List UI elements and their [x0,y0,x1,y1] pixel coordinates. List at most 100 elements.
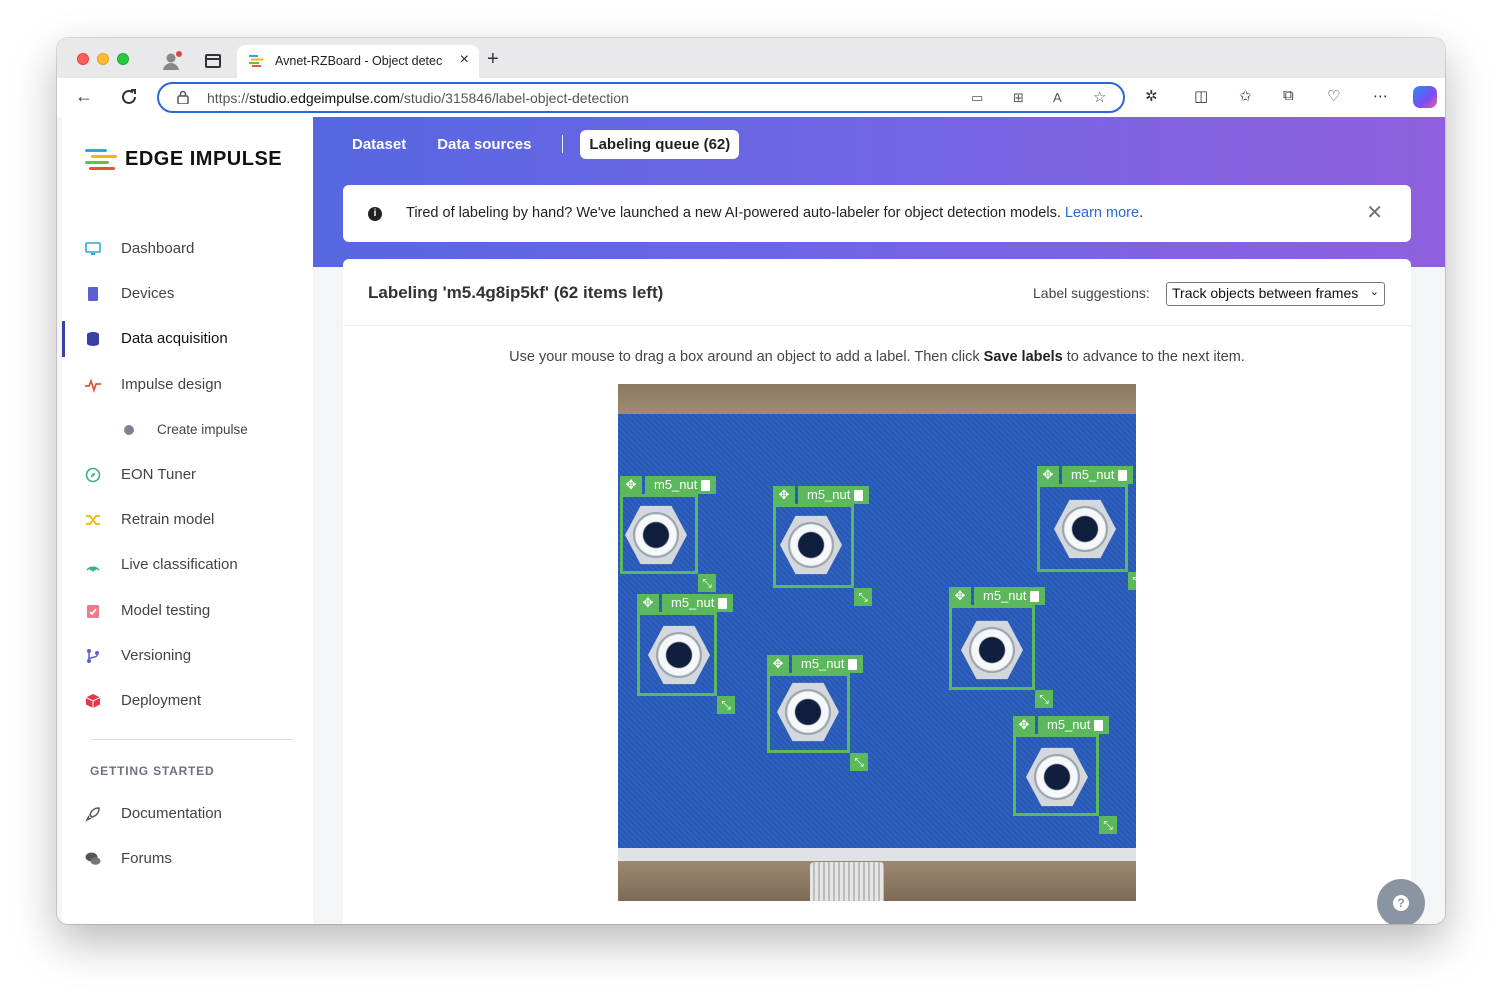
close-window-button[interactable] [77,53,89,65]
sidebar-item-label: Versioning [121,647,192,664]
header-banner: Dataset Data sources Labeling queue (62)… [313,117,1445,267]
extensions-icon[interactable]: ✲ [1145,87,1158,105]
sidebar-item-live-classification[interactable]: Live classification [62,547,313,583]
sidebar-item-data-acquisition[interactable]: Data acquisition [62,321,313,357]
browser-essentials-icon[interactable]: ♡ [1327,87,1340,105]
split-screen-icon[interactable]: ◫ [1194,87,1208,105]
sidebar-item-create-impulse[interactable]: Create impulse [62,415,313,445]
move-box-icon[interactable]: ✥ [767,655,789,673]
label-suggestions-select[interactable]: Track objects between frames ⌄ [1166,282,1385,306]
favorites-icon[interactable]: ✩ [1239,87,1252,105]
delete-box-icon[interactable] [1118,469,1128,481]
bounding-box[interactable]: ✥m5_nut ⤡ [1013,716,1117,834]
move-box-icon[interactable]: ✥ [949,587,971,605]
more-icon[interactable]: ⋯ [1373,87,1388,105]
address-bar[interactable]: https://studio.edgeimpulse.com/studio/31… [157,82,1125,113]
labeling-image[interactable]: ✥m5_nut ⤡ ✥m5_nut ⤡ ✥m5_nut ⤡ ✥m5_nut ⤡ … [618,384,1136,901]
tab-close-icon[interactable]: × [460,51,469,69]
brand-name: EDGE IMPULSE [125,147,283,170]
browser-tab[interactable]: Avnet-RZBoard - Object detec × [237,45,479,78]
sidebar-item-eon-tuner[interactable]: EON Tuner [62,457,313,493]
sidebar-item-impulse-design[interactable]: Impulse design [62,367,313,403]
bounding-box[interactable]: ✥m5_nut ⤡ [637,594,735,714]
tab-data-sources[interactable]: Data sources [437,136,531,153]
delete-box-icon[interactable] [854,489,864,501]
favorite-star-icon[interactable]: ☆ [1093,88,1106,106]
tab-dataset[interactable]: Dataset [352,136,406,153]
move-box-icon[interactable]: ✥ [773,486,795,504]
sidebar-item-label: Model testing [121,602,211,619]
delete-box-icon[interactable] [1030,590,1040,602]
wood-background [618,384,1136,414]
label-suggestions-label: Label suggestions: [1033,285,1150,301]
read-aloud-icon[interactable]: A [1053,90,1062,105]
tab-separator [562,135,564,153]
sidebar-item-label: Data acquisition [121,330,228,347]
resize-box-icon[interactable]: ⤡ [1128,572,1136,590]
sidebar-item-retrain-model[interactable]: Retrain model [62,502,313,538]
resize-box-icon[interactable]: ⤡ [717,696,735,714]
collections-icon[interactable]: ⧉ [1283,87,1294,104]
signal-icon [86,566,100,572]
move-box-icon[interactable]: ✥ [620,476,642,494]
app-area: EDGE IMPULSE Dashboard Devices Data acqu… [57,117,1445,924]
bounding-box[interactable]: ✥m5_nut ⤡ [767,655,868,771]
sidebar-item-label: Documentation [121,805,222,822]
back-icon[interactable]: ← [75,86,93,107]
box-label[interactable]: m5_nut [974,587,1046,605]
delete-box-icon[interactable] [848,658,858,670]
chevron-down-icon: ⌄ [1369,286,1379,298]
sidebar-item-devices[interactable]: Devices [62,276,313,312]
new-tab-icon[interactable]: + [487,48,499,71]
resize-box-icon[interactable]: ⤡ [698,574,716,592]
resize-box-icon[interactable]: ⤡ [1099,816,1117,834]
reload-icon[interactable] [120,88,138,106]
notice-text: Tired of labeling by hand? We've launche… [406,205,1144,221]
minimize-window-button[interactable] [97,53,109,65]
device-icon[interactable]: ▭ [971,90,983,106]
move-box-icon[interactable]: ✥ [1013,716,1035,734]
chip-icon [88,287,98,301]
learn-more-link[interactable]: Learn more [1065,205,1139,221]
sidebar-item-forums[interactable]: Forums [62,841,313,877]
sidebar-item-dashboard[interactable]: Dashboard [62,231,313,267]
box-label[interactable]: m5_nut [1062,466,1134,484]
bounding-box[interactable]: ✥m5_nut ⤡ [1037,466,1136,590]
tab-labeling-queue[interactable]: Labeling queue (62) [580,129,740,159]
box-label[interactable]: m5_nut [798,486,870,504]
box-label[interactable]: m5_nut [1038,716,1110,734]
sidebar-item-deployment[interactable]: Deployment [62,683,313,719]
delete-box-icon[interactable] [1094,719,1104,731]
move-box-icon[interactable]: ✥ [637,594,659,612]
bounding-box[interactable]: ✥m5_nut ⤡ [620,476,717,592]
apps-icon[interactable]: ⊞ [1013,90,1024,106]
zoom-window-button[interactable] [117,53,129,65]
delete-box-icon[interactable] [718,597,728,609]
labeling-card: Labeling 'm5.4g8ip5kf' (62 items left) L… [343,259,1411,924]
sidebar-item-versioning[interactable]: Versioning [62,638,313,674]
copilot-icon[interactable] [1413,86,1437,108]
resize-box-icon[interactable]: ⤡ [1035,690,1053,708]
delete-box-icon[interactable] [701,479,711,491]
resize-box-icon[interactable]: ⤡ [854,588,872,606]
box-label[interactable]: m5_nut [792,655,864,673]
close-notice-icon[interactable]: ✕ [1366,200,1383,225]
box-label[interactable]: m5_nut [662,594,734,612]
profile-icon[interactable] [161,50,183,72]
sidebar-item-label: Dashboard [121,240,195,257]
box-label[interactable]: m5_nut [645,476,717,494]
sidebar-item-model-testing[interactable]: Model testing [62,593,313,629]
resize-box-icon[interactable]: ⤡ [850,753,868,771]
browser-window: Avnet-RZBoard - Object detec × + ← https… [57,38,1445,924]
sidebar-item-documentation[interactable]: Documentation [62,796,313,832]
tab-actions-icon[interactable] [205,54,221,68]
active-indicator [62,321,65,357]
url-text[interactable]: https://studio.edgeimpulse.com/studio/31… [207,90,629,106]
help-button[interactable]: ? [1377,879,1425,924]
bounding-box[interactable]: ✥m5_nut ⤡ [949,587,1053,708]
lock-icon[interactable] [177,90,189,104]
move-box-icon[interactable]: ✥ [1037,466,1059,484]
brand-logo[interactable]: EDGE IMPULSE [85,147,282,171]
sidebar-item-label: Devices [121,285,175,302]
bounding-box[interactable]: ✥m5_nut ⤡ [773,486,872,606]
